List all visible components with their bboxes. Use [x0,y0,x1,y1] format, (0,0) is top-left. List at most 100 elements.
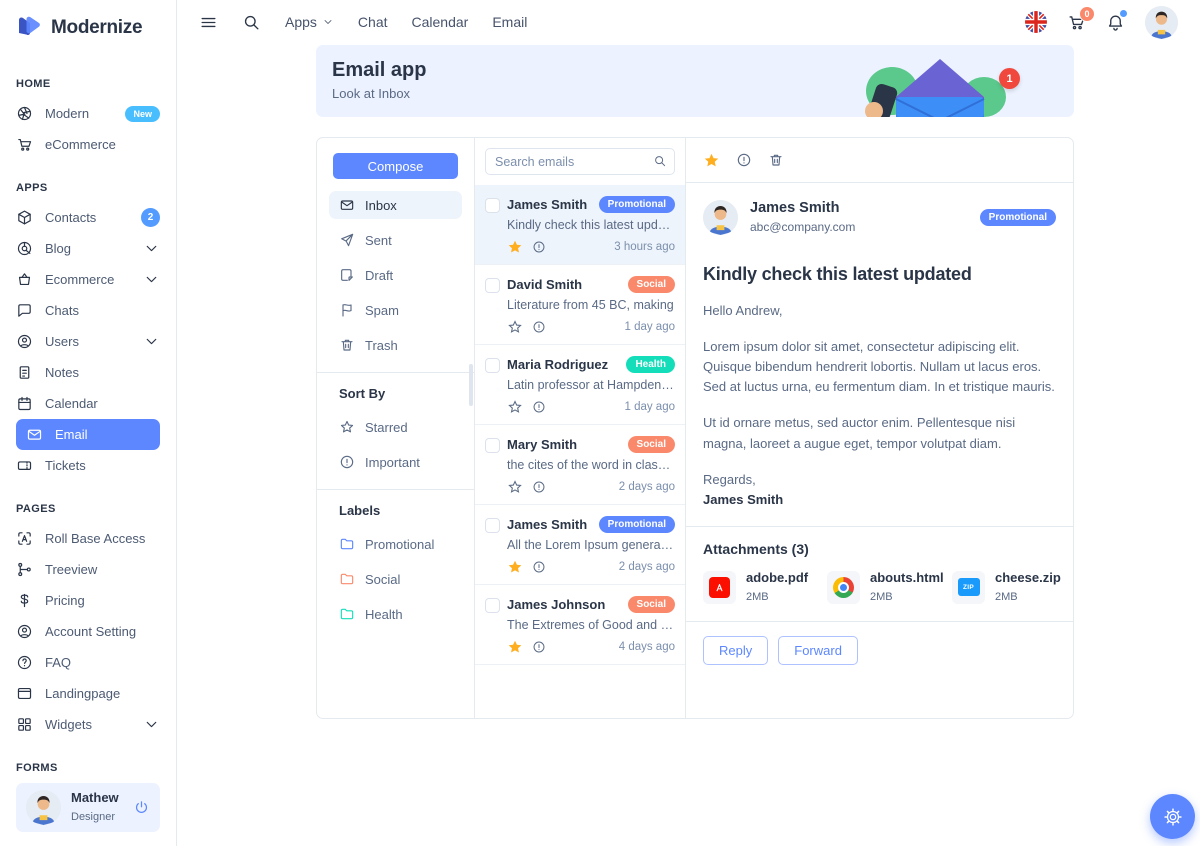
label-health[interactable]: Health [329,600,462,628]
nav-chat[interactable]: Chat [358,14,388,30]
sidebar-item-landingpage[interactable]: Landingpage [8,678,168,709]
star-icon[interactable] [507,319,523,335]
nav-email[interactable]: Email [492,14,527,30]
email-checkbox[interactable] [485,278,500,293]
avatar [26,790,61,825]
sidebar-item-pricing[interactable]: Pricing [8,585,168,616]
folder-spam[interactable]: Spam [329,296,462,324]
nav-calendar[interactable]: Calendar [412,14,469,30]
uk-flag-icon [1025,11,1047,33]
folder-sent[interactable]: Sent [329,226,462,254]
zip-icon: ZIP [952,571,985,604]
sidebar-item-label: Landingpage [45,686,160,701]
email-label-badge: Health [626,356,675,373]
folder-icon [339,606,355,622]
email-from: James Smith [507,197,593,212]
search-button[interactable] [242,13,261,32]
folder-draft[interactable]: Draft [329,261,462,289]
email-list-item[interactable]: James Smith Promotional All the Lorem Ip… [475,505,685,585]
email-list-item[interactable]: Mary Smith Social the cites of the word … [475,425,685,505]
email-checkbox[interactable] [485,518,500,533]
email-checkbox[interactable] [485,358,500,373]
search-input[interactable] [485,148,675,175]
sidebar-item-users[interactable]: Users [8,326,168,357]
email-list-item[interactable]: James Smith Promotional Kindly check thi… [475,185,685,265]
sidebar-item-treeview[interactable]: Treeview [8,554,168,585]
scrollbar-thumb[interactable] [469,364,473,406]
reply-button[interactable]: Reply [703,636,768,665]
dollar-icon [16,592,33,609]
attachment-item[interactable]: ZIP cheese.zip 2MB [952,569,1056,605]
sidebar-item-notes[interactable]: Notes [8,357,168,388]
filter-starred[interactable]: Starred [329,413,462,441]
important-button[interactable] [736,152,752,168]
sidebar-item-faq[interactable]: FAQ [8,647,168,678]
topbar: Apps Chat Calendar Email 0 [177,0,1200,44]
email-checkbox[interactable] [485,438,500,453]
sender-name: James Smith [750,199,855,218]
star-icon[interactable] [703,152,720,169]
alert-circle-icon[interactable] [532,560,546,574]
sidebar-item-tickets[interactable]: Tickets [8,450,168,481]
attachment-item[interactable]: abouts.html 2MB [827,569,932,605]
email-checkbox[interactable] [485,198,500,213]
email-snippet: The Extremes of Good and E... [507,618,675,632]
compose-button[interactable]: Compose [333,153,458,179]
sidebar-item-chats[interactable]: Chats [8,295,168,326]
nav-apps[interactable]: Apps [285,14,334,30]
alert-circle-icon[interactable] [532,400,546,414]
notifications-button[interactable] [1106,13,1125,32]
alert-circle-icon[interactable] [532,240,546,254]
forward-button[interactable]: Forward [778,636,858,665]
calendar-icon [16,395,33,412]
sidebar-item-ecommerce-home[interactable]: eCommerce [8,129,168,160]
sidebar-item-modern[interactable]: Modern New [8,98,168,129]
email-checkbox[interactable] [485,598,500,613]
contacts-count-badge: 2 [141,208,160,227]
delete-button[interactable] [768,152,784,168]
folder-icon [339,571,355,587]
sidebar-profile[interactable]: Mathew Designer [16,783,160,832]
sidebar-item-label: Tickets [45,458,160,473]
brand-logo[interactable]: Modernize [16,0,160,56]
star-icon[interactable] [507,559,523,575]
attachment-size: 2MB [746,591,769,603]
filter-important[interactable]: Important [329,448,462,476]
sidebar-item-blog[interactable]: Blog [8,233,168,264]
chevron-down-icon [143,271,160,288]
folder-inbox[interactable]: Inbox [329,191,462,219]
star-icon[interactable] [507,639,523,655]
email-paragraph: Lorem ipsum dolor sit amet, consectetur … [703,337,1056,397]
attachment-name: adobe.pdf [746,569,808,587]
alert-circle-icon[interactable] [532,640,546,654]
settings-fab-button[interactable] [1150,794,1195,839]
sidebar-item-roll-base-access[interactable]: Roll Base Access [8,523,168,554]
ticket-icon [16,457,33,474]
logout-button[interactable] [133,799,150,816]
attachment-item[interactable]: adobe.pdf 2MB [703,569,807,605]
email-list-item[interactable]: James Johnson Social The Extremes of Goo… [475,585,685,665]
sidebar-item-ecommerce-apps[interactable]: Ecommerce [8,264,168,295]
email-from: Mary Smith [507,437,622,452]
alert-circle-icon[interactable] [532,320,546,334]
folder-trash[interactable]: Trash [329,331,462,359]
star-icon[interactable] [507,239,523,255]
email-list-item[interactable]: David Smith Social Literature from 45 BC… [475,265,685,345]
label-promotional[interactable]: Promotional [329,530,462,558]
email-list-item[interactable]: Maria Rodriguez Health Latin professor a… [475,345,685,425]
email-from: James Johnson [507,597,622,612]
sidebar-item-contacts[interactable]: Contacts 2 [8,202,168,233]
sidebar-item-account-setting[interactable]: Account Setting [8,616,168,647]
star-icon[interactable] [507,479,523,495]
cart-button[interactable]: 0 [1067,13,1086,32]
user-avatar-button[interactable] [1145,6,1178,39]
alert-circle-icon[interactable] [532,480,546,494]
sidebar-item-widgets[interactable]: Widgets [8,709,168,740]
star-icon[interactable] [507,399,523,415]
language-button[interactable] [1025,11,1047,33]
email-detail-toolbar [686,138,1073,183]
menu-toggle-button[interactable] [199,13,218,32]
sidebar-item-calendar[interactable]: Calendar [8,388,168,419]
label-social[interactable]: Social [329,565,462,593]
sidebar-item-email[interactable]: Email [16,419,160,450]
